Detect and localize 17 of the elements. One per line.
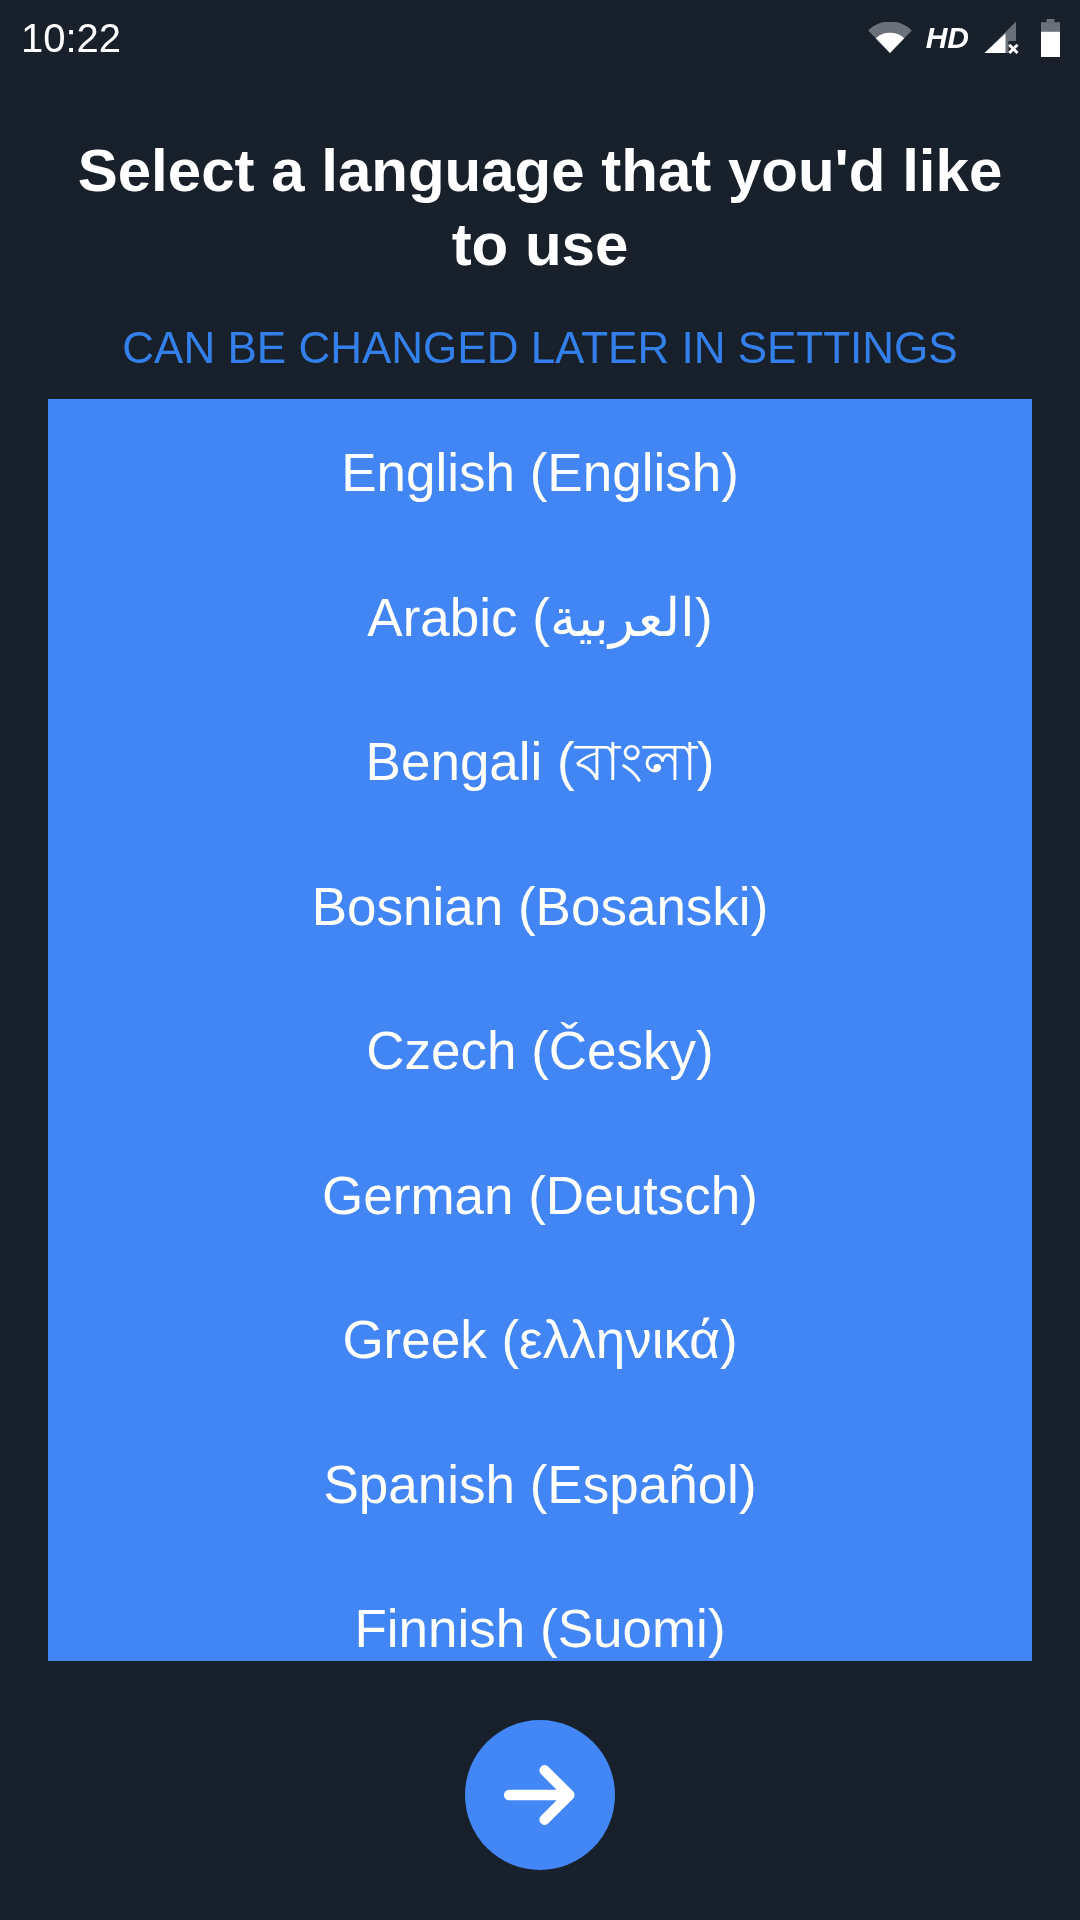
battery-icon	[1041, 18, 1060, 57]
language-option[interactable]: German (Deutsch)	[322, 1163, 758, 1228]
page-title: Select a language that you'd like to use	[76, 136, 1004, 280]
network-type-label: HD	[925, 20, 969, 55]
language-option[interactable]: Czech (Česky)	[366, 1019, 714, 1083]
language-option[interactable]: Arabic (العربية)	[367, 585, 713, 650]
language-option[interactable]: Spanish (Español)	[323, 1452, 757, 1517]
signal-icon	[983, 19, 1019, 56]
arrow-right-icon	[503, 1764, 577, 1826]
language-option[interactable]: Greek (ελληνικά)	[342, 1308, 738, 1372]
wifi-icon	[867, 22, 912, 53]
language-option[interactable]: English (English)	[341, 441, 739, 505]
language-option[interactable]: Bengali (বাংলা)	[365, 730, 715, 794]
status-time: 10:22	[21, 14, 122, 61]
language-option[interactable]: Finnish (Suomi)	[354, 1597, 726, 1661]
language-option[interactable]: Bosnian (Bosanski)	[311, 874, 769, 939]
settings-hint: CAN BE CHANGED LATER IN SETTINGS	[122, 323, 958, 373]
